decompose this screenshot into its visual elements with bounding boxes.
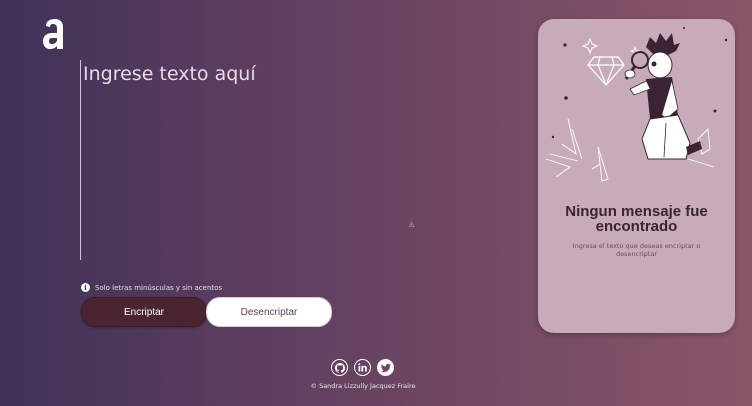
- twitter-glyph: [380, 363, 391, 372]
- info-icon: i: [81, 283, 90, 292]
- panel-subtitle: Ingresa el texto que deseas encriptar o …: [572, 242, 701, 258]
- copyright-text: © Sandra Lizzully Jacquez Fraire: [310, 382, 416, 390]
- social-links: [331, 359, 394, 376]
- decrypt-button[interactable]: Desencriptar: [206, 297, 332, 327]
- github-glyph: [334, 362, 345, 373]
- github-icon[interactable]: [331, 359, 348, 376]
- linkedin-icon[interactable]: [354, 359, 371, 376]
- person-with-magnifier-illustration: [545, 27, 728, 182]
- mouse-cursor-icon: ◬: [409, 220, 415, 228]
- alura-logo-icon[interactable]: [40, 16, 68, 52]
- encrypt-button[interactable]: Encriptar: [81, 297, 207, 327]
- linkedin-glyph: [358, 363, 367, 372]
- output-panel: Ningun mensaje fue encontrado Ingresa el…: [538, 19, 735, 333]
- message-input[interactable]: [80, 60, 480, 260]
- panel-title: Ningun mensaje fue encontrado: [565, 203, 708, 235]
- input-hint: i Solo letras minúsculas y sin acentos: [81, 283, 222, 292]
- hint-text: Solo letras minúsculas y sin acentos: [95, 283, 223, 292]
- twitter-icon[interactable]: [377, 359, 394, 376]
